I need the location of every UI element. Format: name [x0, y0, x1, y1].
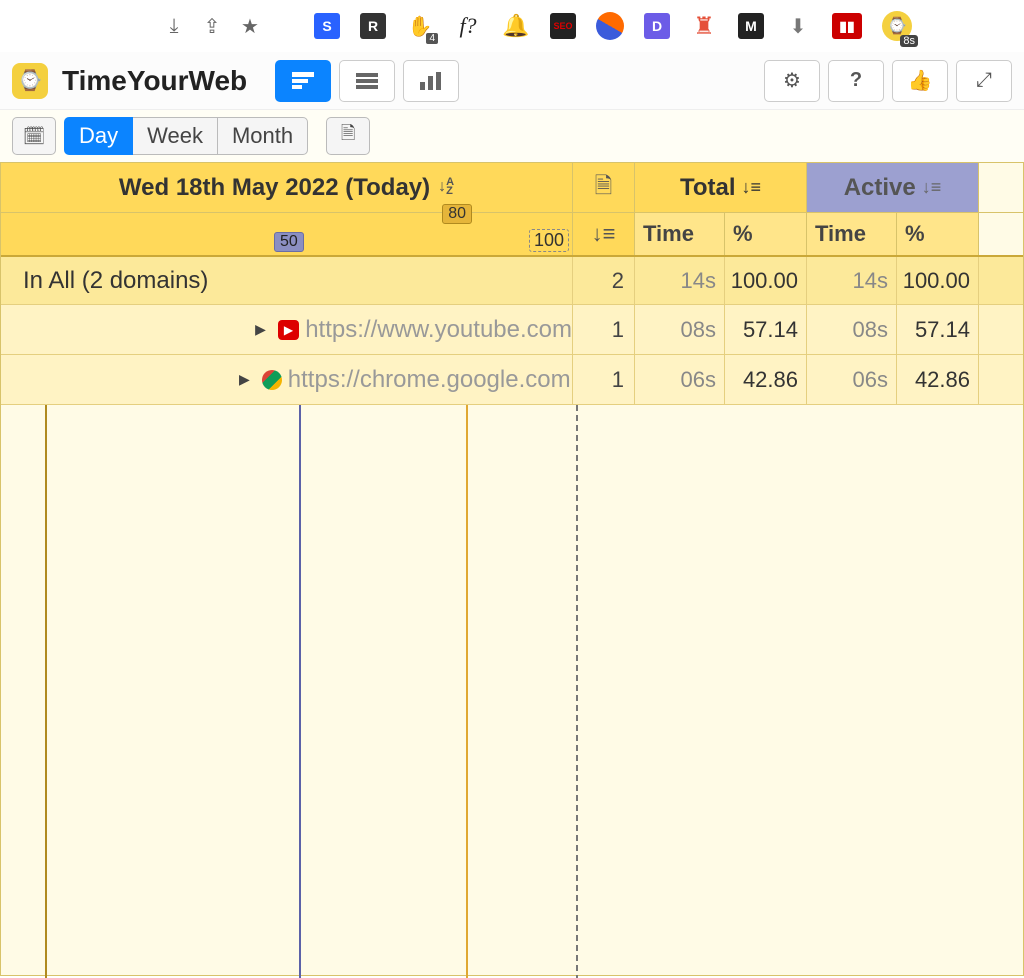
- summary-docs: 2: [573, 257, 635, 304]
- header-active: Active ↓≡: [807, 163, 979, 212]
- summary-active-time: 14s: [807, 257, 897, 304]
- table-row: ▶ https://chrome.google.com 1 06s 42.86 …: [1, 355, 1023, 405]
- extension-timeyourweb-icon[interactable]: ⌚8s: [882, 11, 912, 41]
- adblock-badge: 4: [426, 33, 438, 44]
- header-active-time: Time: [807, 213, 897, 255]
- row-total-time: 06s: [635, 355, 725, 404]
- downloads-icon[interactable]: ⤓: [160, 12, 188, 40]
- help-button[interactable]: ?: [828, 60, 884, 102]
- summary-label: In All (2 domains): [1, 257, 573, 304]
- extension-r-icon[interactable]: R: [360, 13, 386, 39]
- domain-url[interactable]: https://www.youtube.com: [305, 316, 572, 344]
- row-total-pct: 42.86: [725, 355, 807, 404]
- extension-seo-icon[interactable]: SEO: [550, 13, 576, 39]
- row-active-time: 06s: [807, 355, 897, 404]
- header-date: Wed 18th May 2022 (Today): [119, 174, 430, 202]
- favicon-youtube-icon: ▶: [278, 320, 299, 340]
- header-active-pct: %: [897, 213, 979, 255]
- extension-adblock-icon[interactable]: ✋4: [406, 12, 434, 40]
- header-total-time: Time: [635, 213, 725, 255]
- app-logo-icon: ⌚: [12, 63, 48, 99]
- table-row: ▶ ▶ https://www.youtube.com 1 08s 57.14 …: [1, 305, 1023, 355]
- marker-100: 100: [529, 229, 569, 252]
- range-group: Day Week Month: [64, 117, 308, 155]
- marker-50: 50: [274, 232, 304, 252]
- row-docs: 1: [573, 305, 635, 354]
- view-chart-button[interactable]: [403, 60, 459, 102]
- extension-lighthouse-icon[interactable]: ♜: [690, 12, 718, 40]
- extension-bell-icon[interactable]: 🔔: [502, 12, 530, 40]
- summary-total-time: 14s: [635, 257, 725, 304]
- fullscreen-button[interactable]: ⤢: [956, 60, 1012, 102]
- row-docs: 1: [573, 355, 635, 404]
- body-background: [1, 405, 1023, 978]
- domain-chart-cell: ▶ https://chrome.google.com: [1, 355, 573, 404]
- header-date-cell: Wed 18th May 2022 (Today) ↓AZ 80 50 100: [1, 163, 573, 212]
- range-day-button[interactable]: Day: [64, 117, 133, 155]
- expand-toggle-icon[interactable]: ▶: [239, 371, 250, 388]
- marker-80: 80: [442, 204, 472, 224]
- extension-similarweb-icon[interactable]: [596, 12, 624, 40]
- sort-alpha-icon[interactable]: ↓AZ: [438, 178, 454, 196]
- like-button[interactable]: 👍: [892, 60, 948, 102]
- summary-row: In All (2 domains) 2 14s 100.00 14s 100.…: [1, 257, 1023, 305]
- extension-record-icon[interactable]: ▮▮: [832, 13, 862, 39]
- sort-active-icon[interactable]: ↓≡: [922, 177, 942, 198]
- header-doc-icon[interactable]: 🗎: [573, 163, 635, 212]
- guideline-100: [576, 405, 578, 978]
- settings-button[interactable]: ⚙: [764, 60, 820, 102]
- row-active-time: 08s: [807, 305, 897, 354]
- guideline-50: [299, 405, 301, 978]
- range-month-button[interactable]: Month: [217, 117, 308, 155]
- calendar-button[interactable]: 🗓: [12, 117, 56, 155]
- bookmark-star-icon[interactable]: ★: [236, 12, 264, 40]
- header-row-2: ↓≡ Time % Time %: [1, 213, 1023, 257]
- summary-active-pct: 100.00: [897, 257, 979, 304]
- browser-extension-bar: ⤓ ⇪ ★ S R ✋4 f? 🔔 SEO D ♜ M ⬇ ▮▮ ⌚8s: [0, 0, 1024, 52]
- domain-chart-cell: ▶ ▶ https://www.youtube.com: [1, 305, 573, 354]
- header-total: Total ↓≡: [635, 163, 807, 212]
- app-header: ⌚ TimeYourWeb ⚙ ? 👍 ⤢: [0, 52, 1024, 110]
- view-timeline-button[interactable]: [339, 60, 395, 102]
- summary-total-pct: 100.00: [725, 257, 807, 304]
- row-total-pct: 57.14: [725, 305, 807, 354]
- row-active-pct: 57.14: [897, 305, 979, 354]
- header-sort-doc-icon[interactable]: ↓≡: [573, 213, 635, 255]
- header-total-pct: %: [725, 213, 807, 255]
- extension-s-icon[interactable]: S: [314, 13, 340, 39]
- app-brand: TimeYourWeb: [62, 65, 247, 97]
- domain-url[interactable]: https://chrome.google.com: [288, 366, 571, 394]
- extension-font-icon[interactable]: f?: [454, 12, 482, 40]
- share-icon[interactable]: ⇪: [198, 12, 226, 40]
- extension-d-icon[interactable]: D: [644, 13, 670, 39]
- header-row-1: Wed 18th May 2022 (Today) ↓AZ 80 50 100 …: [1, 163, 1023, 213]
- view-summary-button[interactable]: [275, 60, 331, 102]
- expand-toggle-icon[interactable]: ▶: [255, 321, 266, 338]
- row-active-pct: 42.86: [897, 355, 979, 404]
- guideline-80: [466, 405, 468, 978]
- row-total-time: 08s: [635, 305, 725, 354]
- timeyourweb-badge: 8s: [900, 35, 918, 47]
- range-row: 🗓 Day Week Month 🗎: [0, 110, 1024, 162]
- sort-total-icon[interactable]: ↓≡: [742, 177, 762, 198]
- data-area: Wed 18th May 2022 (Today) ↓AZ 80 50 100 …: [0, 162, 1024, 976]
- guideline-start: [45, 405, 47, 978]
- export-button[interactable]: 🗎: [326, 117, 370, 155]
- favicon-chrome-icon: [262, 370, 282, 390]
- extension-download-icon[interactable]: ⬇: [784, 12, 812, 40]
- range-week-button[interactable]: Week: [133, 117, 217, 155]
- extension-m-icon[interactable]: M: [738, 13, 764, 39]
